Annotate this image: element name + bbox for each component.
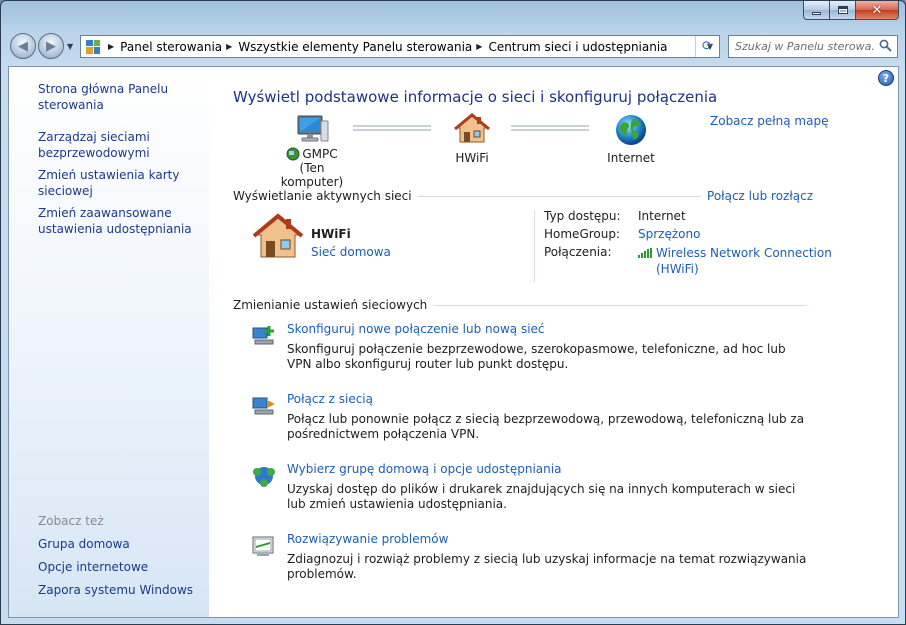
connect-disconnect-link[interactable]: Połącz lub rozłącz: [707, 189, 813, 203]
active-networks-heading-row: Wyświetlanie aktywnych sieci Połącz lub …: [233, 189, 813, 203]
new-connection-icon: [252, 326, 274, 345]
network-sharing-center-window: ✕ ◀ ▶ ▼ ▶ Panel sterowania ▶ Wszystkie e…: [0, 0, 906, 625]
task-desc-troubleshoot: Zdiagnozuj i rozwiąż problemy z siecią l…: [287, 552, 807, 581]
back-arrow-icon: ◀: [18, 38, 28, 54]
sidebar-link-homegroup[interactable]: Grupa domowa: [38, 536, 203, 552]
sidebar: Strona główna Panelu sterowania Zarządza…: [9, 67, 209, 617]
minimize-button[interactable]: [803, 1, 830, 20]
homegroup-icon: [253, 467, 275, 487]
connect-network-icon: [252, 397, 275, 415]
internet-node-label: Internet: [607, 151, 655, 165]
history-dropdown-icon[interactable]: ▼: [67, 42, 73, 51]
breadcrumb-control-panel[interactable]: Panel sterowania: [120, 40, 222, 54]
troubleshoot-icon: [252, 536, 274, 556]
breadcrumb-network-center[interactable]: Centrum sieci i udostępniania: [488, 40, 667, 54]
task-link-troubleshoot[interactable]: Rozwiązywanie problemów: [287, 532, 448, 546]
active-home-network-icon: [252, 213, 304, 258]
close-icon: ✕: [871, 2, 883, 18]
maximize-button[interactable]: [830, 1, 856, 20]
task-desc-setup-connection: Skonfiguruj połączenie bezprzewodowe, sz…: [287, 342, 786, 371]
vertical-divider: [534, 210, 535, 282]
task-link-connect-network[interactable]: Połącz z siecią: [287, 392, 373, 406]
search-input[interactable]: [735, 40, 875, 53]
section-divider: [417, 195, 702, 197]
sidebar-see-also: Zobacz też Grupa domowa Opcje internetow…: [38, 514, 203, 605]
change-settings-heading-row: Zmienianie ustawień sieciowych: [233, 298, 813, 312]
see-also-heading: Zobacz też: [38, 514, 104, 528]
task-desc-connect-network: Połącz lub ponownie połącz z siecią bezp…: [287, 412, 805, 441]
see-full-map-link[interactable]: Zobacz pełną mapę: [710, 114, 828, 128]
home-network-icon: [454, 113, 490, 143]
homegroup-label: HomeGroup:: [544, 227, 621, 241]
connection-name: Wireless Network Connection: [656, 246, 832, 260]
sidebar-link-manage-wireless[interactable]: Zarządzaj sieciami bezprzewodowymi: [38, 129, 203, 161]
connection-ssid: (HWiFi): [656, 262, 699, 276]
sidebar-tasks: Strona główna Panelu sterowania Zarządza…: [38, 81, 203, 243]
minimize-icon: [812, 11, 821, 15]
access-type-label: Typ dostępu:: [544, 209, 621, 223]
sidebar-link-control-panel-home[interactable]: Strona główna Panelu sterowania: [38, 81, 203, 113]
search-box[interactable]: [728, 35, 898, 58]
network-properties: Typ dostępu: Internet HomeGroup: Sprzężo…: [544, 209, 832, 281]
control-panel-icon: [86, 39, 100, 54]
breadcrumb-chevron-icon[interactable]: ▶: [226, 42, 232, 51]
window-controls: ✕: [803, 1, 899, 20]
sidebar-link-advanced-sharing[interactable]: Zmień zaawansowane ustawienia udostępnia…: [38, 205, 203, 237]
computer-network-icon: [286, 147, 300, 161]
computer-subtitle: (Ten komputer): [280, 161, 344, 189]
main-panel: Wyświetl podstawowe informacje o sieci i…: [233, 67, 833, 617]
network-node-label: HWiFi: [455, 151, 489, 165]
map-node-internet[interactable]: Internet: [597, 113, 665, 165]
map-link-line: [353, 125, 431, 131]
change-settings-heading: Zmienianie ustawień sieciowych: [233, 298, 428, 312]
map-node-computer[interactable]: GMPC (Ten komputer): [271, 113, 353, 189]
active-networks-heading: Wyświetlanie aktywnych sieci: [233, 189, 412, 203]
maximize-icon: [837, 6, 848, 14]
back-button[interactable]: ◀: [10, 33, 36, 59]
page-title: Wyświetl podstawowe informacje o sieci i…: [233, 88, 718, 106]
sidebar-link-adapter-settings[interactable]: Zmień ustawienia karty sieciowej: [38, 167, 203, 199]
refresh-icon: ⟳: [702, 39, 713, 54]
computer-icon: [297, 115, 329, 142]
address-bar[interactable]: ▶ Panel sterowania ▶ Wszystkie elementy …: [80, 35, 720, 58]
help-icon: ?: [882, 71, 890, 85]
task-link-setup-connection[interactable]: Skonfiguruj nowe połączenie lub nową sie…: [287, 322, 545, 336]
search-icon[interactable]: [879, 39, 892, 52]
sidebar-link-windows-firewall[interactable]: Zapora systemu Windows: [38, 582, 203, 598]
forward-button[interactable]: ▶: [38, 33, 64, 59]
help-button[interactable]: ?: [878, 70, 894, 86]
sidebar-link-internet-options[interactable]: Opcje internetowe: [38, 559, 203, 575]
map-link-line: [511, 125, 589, 131]
refresh-button[interactable]: ⟳: [695, 36, 719, 57]
close-button[interactable]: ✕: [856, 1, 899, 20]
breadcrumb-chevron-icon[interactable]: ▶: [476, 42, 482, 51]
content-area: Strona główna Panelu sterowania Zarządza…: [8, 66, 899, 618]
active-network-name: HWiFi: [311, 227, 351, 241]
globe-icon: [616, 115, 646, 145]
navigation-bar: ◀ ▶ ▼ ▶ Panel sterowania ▶ Wszystkie ele…: [1, 31, 905, 65]
section-divider: [433, 304, 807, 306]
task-desc-homegroup: Uzyskaj dostęp do plików i drukarek znaj…: [287, 482, 796, 511]
access-type-value: Internet: [638, 209, 686, 223]
network-location-link[interactable]: Sieć domowa: [311, 245, 391, 259]
wireless-connection-link[interactable]: Wireless Network Connection (HWiFi): [656, 245, 832, 277]
task-link-homegroup[interactable]: Wybierz grupę domową i opcje udostępnian…: [287, 462, 561, 476]
homegroup-link[interactable]: Sprzężono: [638, 227, 700, 241]
forward-arrow-icon: ▶: [46, 38, 56, 54]
computer-name: GMPC: [302, 147, 338, 161]
breadcrumb-chevron-icon[interactable]: ▶: [108, 42, 114, 51]
connections-label: Połączenia:: [544, 245, 612, 259]
map-node-network[interactable]: HWiFi: [441, 113, 503, 165]
wireless-signal-icon: [638, 248, 652, 258]
breadcrumb-all-items[interactable]: Wszystkie elementy Panelu sterowania: [238, 40, 472, 54]
